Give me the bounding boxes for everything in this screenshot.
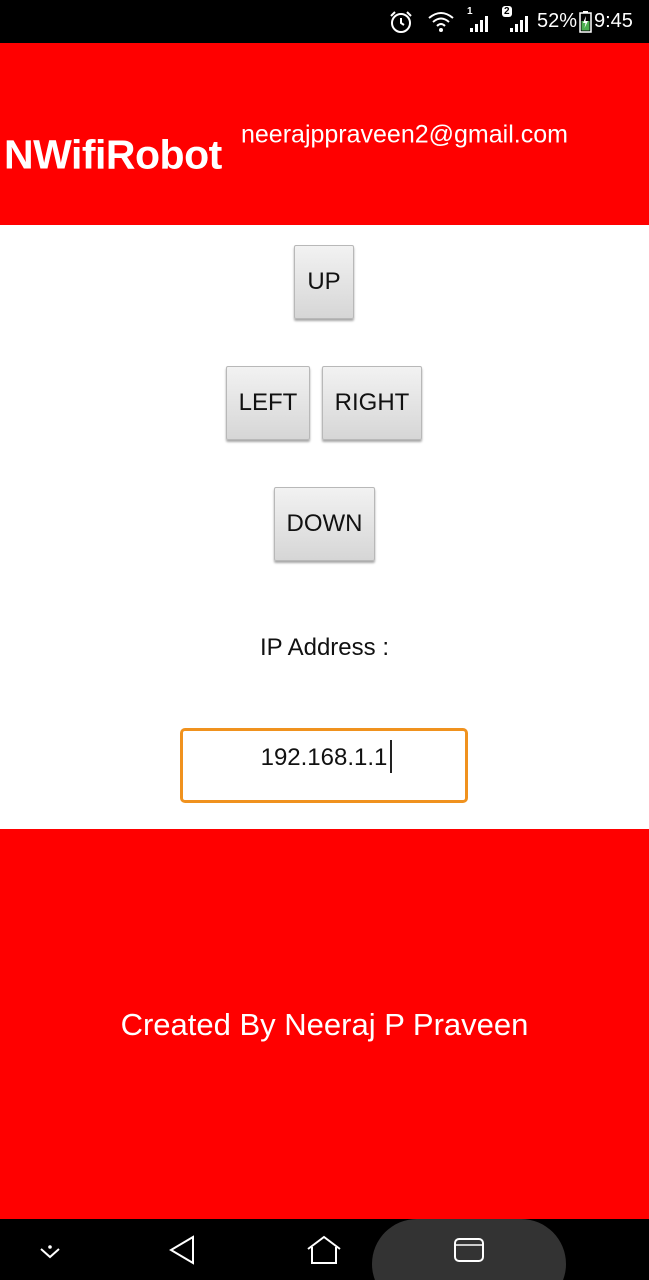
ip-address-input[interactable]	[180, 728, 468, 803]
app-title: NWifiRobot	[4, 131, 222, 178]
alarm-clock-icon	[388, 0, 414, 43]
credit-text: Created By Neeraj P Praveen	[120, 1007, 529, 1042]
sim2-badge: 2	[502, 6, 512, 17]
text-cursor	[390, 740, 392, 773]
signal-sim2-icon: 2	[502, 0, 532, 43]
battery-percent: 52%	[537, 10, 578, 32]
down-button[interactable]: DOWN	[274, 487, 375, 561]
navigation-bar	[0, 1219, 649, 1280]
home-icon[interactable]	[300, 1219, 348, 1280]
battery-charging-icon	[579, 0, 592, 43]
status-bar: 1 2 52% 9:45	[0, 0, 649, 43]
signal-sim1-icon: 1	[464, 0, 492, 43]
sim1-badge: 1	[467, 6, 473, 17]
wifi-icon	[427, 0, 455, 43]
right-button[interactable]: RIGHT	[322, 366, 422, 440]
chevron-down-icon[interactable]	[30, 1219, 70, 1280]
clock-time: 9:45	[594, 10, 633, 32]
app-footer: Created By Neeraj P Praveen	[0, 829, 649, 1219]
recent-apps-icon[interactable]	[372, 1219, 566, 1280]
ip-address-label: IP Address :	[260, 634, 389, 661]
app-header: NWifiRobot neerajppraveen2@gmail.com	[0, 43, 649, 225]
up-button[interactable]: UP	[294, 245, 354, 319]
back-triangle-icon[interactable]	[160, 1219, 204, 1280]
left-button[interactable]: LEFT	[226, 366, 310, 440]
author-email: neerajppraveen2@gmail.com	[241, 120, 568, 149]
